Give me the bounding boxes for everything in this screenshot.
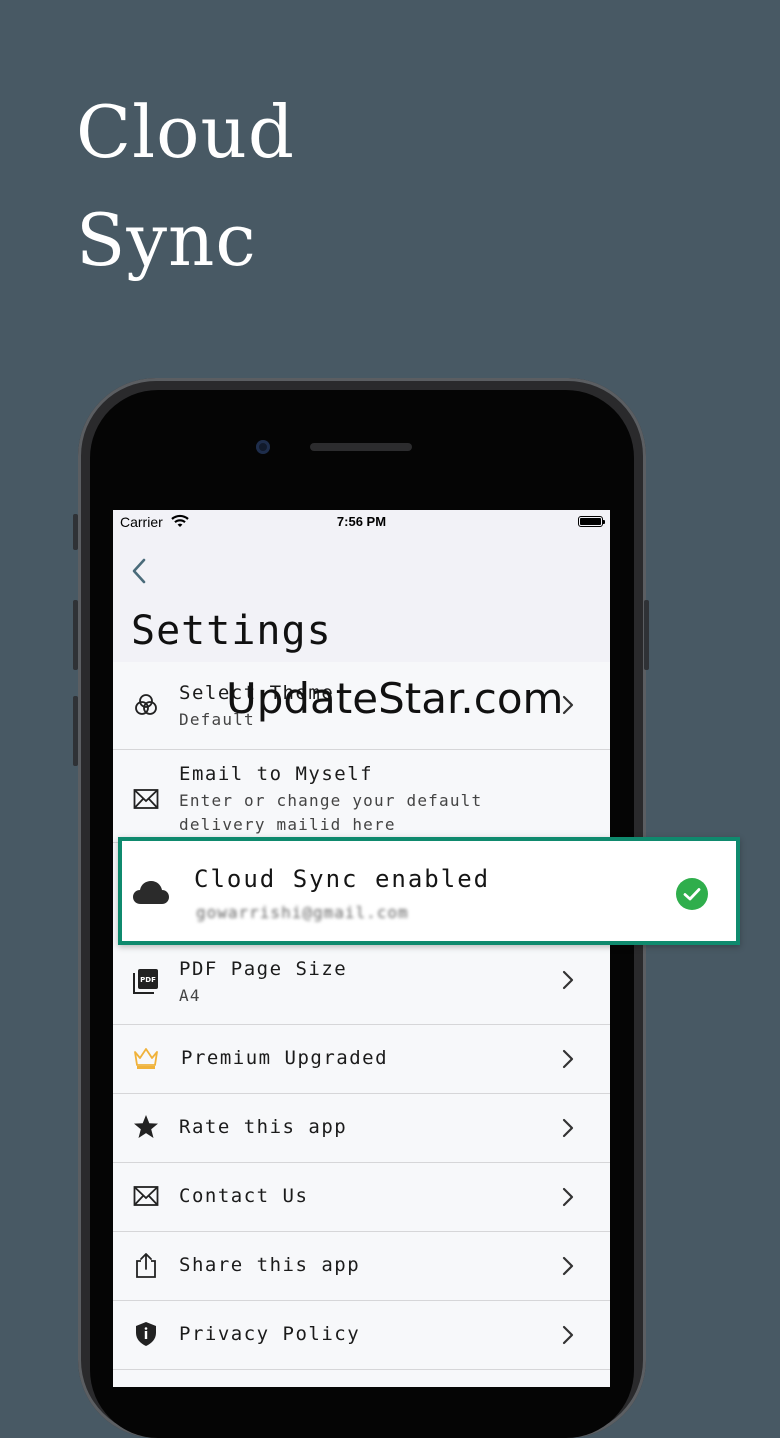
- pdf-icon: PDF: [133, 969, 158, 994]
- envelope-icon: [133, 1186, 159, 1206]
- page-title: Settings: [131, 608, 332, 654]
- phone-screen: Carrier 7:56 PM Settings Select Theme De…: [113, 510, 610, 1387]
- settings-item-rate-this-app[interactable]: Rate this app: [113, 1094, 610, 1163]
- chevron-right-icon: [562, 1049, 574, 1069]
- cloud-sync-title: Cloud Sync enabled: [194, 865, 491, 893]
- navigation-bar: Settings: [113, 534, 610, 662]
- cloud-sync-card[interactable]: Cloud Sync enabled gowarrishi@gmail.com: [118, 837, 740, 945]
- back-chevron-icon[interactable]: [127, 556, 151, 586]
- clock: 7:56 PM: [336, 514, 387, 529]
- headline-line-2: Sync: [76, 198, 257, 282]
- theme-circles-icon: [135, 694, 157, 715]
- status-bar: Carrier 7:56 PM: [113, 510, 610, 534]
- headline: Cloud Sync: [76, 78, 295, 294]
- share-icon: [136, 1253, 156, 1278]
- crown-icon: [134, 1048, 158, 1069]
- chevron-right-icon: [562, 970, 574, 990]
- svg-text:PDF: PDF: [140, 976, 156, 984]
- settings-item-privacy-policy[interactable]: Privacy Policy: [113, 1301, 610, 1370]
- cloud-icon: [133, 881, 169, 904]
- settings-item-title: Contact Us: [179, 1185, 309, 1207]
- cloud-sync-email: gowarrishi@gmail.com: [196, 903, 409, 922]
- settings-item-pdf-page-size[interactable]: PDF PDF Page Size A4: [113, 946, 610, 1025]
- watermark: UpdateStar.com: [226, 674, 564, 723]
- star-icon: [134, 1115, 158, 1138]
- settings-item-premium-upgraded[interactable]: Premium Upgraded: [113, 1025, 610, 1094]
- chevron-right-icon: [562, 1256, 574, 1276]
- settings-item-email-to-myself[interactable]: Email to Myself Enter or change your def…: [113, 750, 610, 843]
- settings-item-share-this-app[interactable]: Share this app: [113, 1232, 610, 1301]
- settings-item-title: Privacy Policy: [179, 1323, 361, 1345]
- settings-item-title: Email to Myself: [179, 763, 374, 785]
- shield-icon: [136, 1322, 156, 1346]
- volume-up-button: [73, 600, 78, 670]
- settings-item-title: Premium Upgraded: [181, 1047, 389, 1069]
- chevron-right-icon: [562, 1187, 574, 1207]
- envelope-icon: [133, 789, 159, 809]
- earpiece-speaker: [310, 443, 412, 451]
- settings-item-contact-us[interactable]: Contact Us: [113, 1163, 610, 1232]
- settings-item-title: PDF Page Size: [179, 958, 348, 980]
- mute-switch: [73, 514, 78, 550]
- settings-item-title: Rate this app: [179, 1116, 348, 1138]
- settings-item-subtitle: Enter or change your default delivery ma…: [179, 791, 483, 834]
- chevron-right-icon: [562, 1118, 574, 1138]
- enabled-check-icon: [676, 878, 708, 910]
- power-button: [644, 600, 649, 670]
- front-camera: [256, 440, 270, 454]
- battery-icon: [578, 516, 605, 527]
- headline-line-1: Cloud: [76, 90, 295, 174]
- settings-item-subtitle: A4: [179, 986, 201, 1005]
- settings-item-title: Share this app: [179, 1254, 361, 1276]
- volume-down-button: [73, 696, 78, 766]
- chevron-right-icon: [562, 1325, 574, 1345]
